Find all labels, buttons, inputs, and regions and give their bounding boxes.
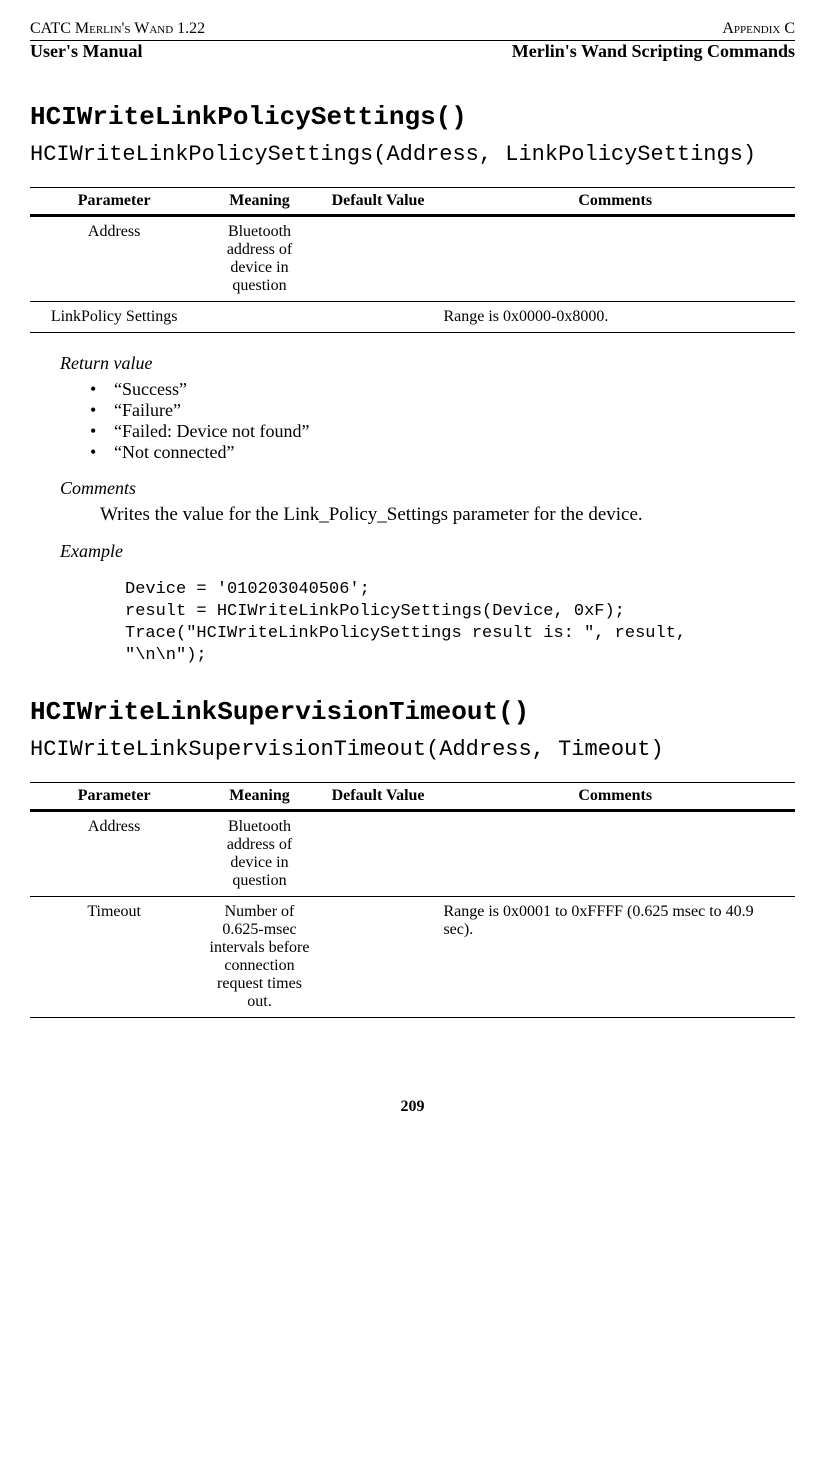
th-default: Default Value: [321, 783, 436, 811]
parameter-table: Parameter Meaning Default Value Comments…: [30, 782, 795, 1018]
cell-meaning: Number of 0.625-msec intervals before co…: [198, 897, 320, 1018]
list-item: “Failure”: [90, 400, 795, 421]
th-default: Default Value: [321, 188, 436, 216]
return-value-list: “Success” “Failure” “Failed: Device not …: [90, 379, 795, 463]
cell-default: [321, 216, 436, 302]
cell-default: [321, 302, 436, 333]
cell-comments: [435, 811, 795, 897]
cell-meaning: Bluetooth address of device in question: [198, 216, 320, 302]
example-code: Device = '010203040506'; result = HCIWri…: [125, 579, 775, 667]
cell-meaning: Bluetooth address of device in question: [198, 811, 320, 897]
example-label: Example: [60, 541, 795, 562]
th-meaning: Meaning: [198, 783, 320, 811]
cell-comments: [435, 216, 795, 302]
function-title: HCIWriteLinkPolicySettings(): [30, 102, 795, 132]
th-parameter: Parameter: [30, 188, 198, 216]
cell-param: LinkPolicy Settings: [30, 302, 198, 333]
header-left-sub: User's Manual: [30, 41, 143, 62]
page-header-top: CATC Merlin's Wand 1.22 Appendix C: [30, 20, 795, 41]
header-right-top: Appendix C: [722, 20, 795, 38]
cell-default: [321, 811, 436, 897]
list-item: “Success”: [90, 379, 795, 400]
cell-param: Address: [30, 216, 198, 302]
table-row: Address Bluetooth address of device in q…: [30, 216, 795, 302]
th-meaning: Meaning: [198, 188, 320, 216]
list-item: “Not connected”: [90, 442, 795, 463]
page-header-sub: User's Manual Merlin's Wand Scripting Co…: [30, 41, 795, 62]
th-parameter: Parameter: [30, 783, 198, 811]
return-value-label: Return value: [60, 353, 795, 374]
function-signature: HCIWriteLinkSupervisionTimeout(Address, …: [30, 737, 795, 762]
table-row: Timeout Number of 0.625-msec intervals b…: [30, 897, 795, 1018]
th-comments: Comments: [435, 188, 795, 216]
th-comments: Comments: [435, 783, 795, 811]
header-left-top: CATC Merlin's Wand 1.22: [30, 20, 205, 38]
table-row: LinkPolicy Settings Range is 0x0000-0x80…: [30, 302, 795, 333]
table-row: Address Bluetooth address of device in q…: [30, 811, 795, 897]
header-right-sub: Merlin's Wand Scripting Commands: [512, 41, 795, 62]
cell-param: Address: [30, 811, 198, 897]
function-signature: HCIWriteLinkPolicySettings(Address, Link…: [30, 142, 795, 167]
cell-default: [321, 897, 436, 1018]
page-number: 209: [30, 1098, 795, 1116]
cell-meaning: [198, 302, 320, 333]
parameter-table: Parameter Meaning Default Value Comments…: [30, 187, 795, 333]
comments-label: Comments: [60, 478, 795, 499]
cell-comments: Range is 0x0001 to 0xFFFF (0.625 msec to…: [435, 897, 795, 1018]
cell-comments: Range is 0x0000-0x8000.: [435, 302, 795, 333]
comments-text: Writes the value for the Link_Policy_Set…: [100, 504, 795, 526]
function-title: HCIWriteLinkSupervisionTimeout(): [30, 697, 795, 727]
list-item: “Failed: Device not found”: [90, 421, 795, 442]
cell-param: Timeout: [30, 897, 198, 1018]
